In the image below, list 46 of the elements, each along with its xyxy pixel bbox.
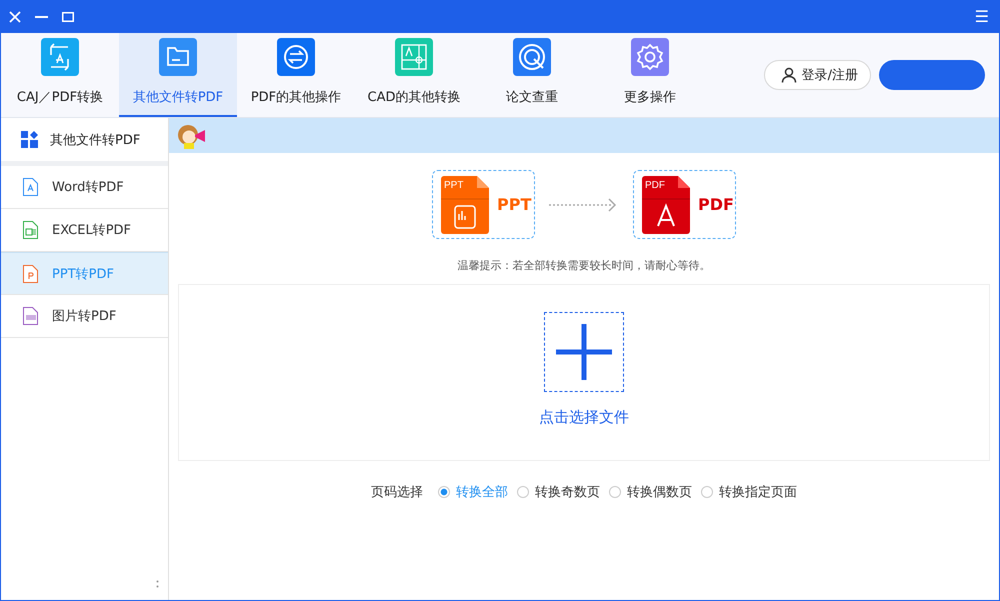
radio-button[interactable] (609, 486, 621, 498)
blurred-button[interactable] (879, 60, 985, 90)
sidebar-item[interactable]: 图片转PDF (1, 295, 168, 338)
badge-text: PDF (645, 180, 665, 192)
radio-option[interactable]: 转换偶数页 (609, 483, 692, 501)
toolbar-tab[interactable]: 其他文件转PDF (119, 33, 237, 117)
swap-arrows-icon (277, 38, 315, 76)
radio-button[interactable] (701, 486, 713, 498)
pdf-file-icon (642, 176, 690, 234)
folder-icon (159, 38, 197, 76)
format-label: PPT (497, 195, 532, 214)
gear-icon (631, 38, 669, 76)
resize-grip-icon[interactable] (156, 580, 159, 588)
radio-button[interactable] (438, 486, 450, 498)
login-button[interactable]: 登录/注册 (764, 60, 871, 90)
toolbar-tab[interactable]: CAJ／PDF转换 (1, 33, 119, 117)
radio-option[interactable]: 转换奇数页 (517, 483, 600, 501)
spreadsheet-file-icon (23, 221, 38, 239)
toolbar-tab[interactable]: CAD的其他转换 (355, 33, 473, 117)
pdf-file-icon (23, 178, 38, 196)
sidebar-item[interactable]: Word转PDF (1, 166, 168, 209)
plus-icon (556, 324, 612, 380)
choose-file-link[interactable]: 点击选择文件 (539, 408, 629, 427)
presentation-file-icon (441, 176, 489, 234)
menu-icon[interactable]: ☰ (974, 9, 989, 25)
radio-button[interactable] (517, 486, 529, 498)
dotted-arrow-icon (549, 198, 619, 212)
close-icon[interactable] (9, 11, 21, 23)
format-label: PDF (698, 195, 734, 214)
grid-icon (21, 131, 38, 148)
p-file-icon (23, 264, 38, 282)
toolbar-tab[interactable]: PDF的其他操作 (237, 33, 355, 117)
maximize-icon[interactable] (62, 12, 74, 22)
badge-text: PPT (444, 180, 464, 192)
magnifier-icon (513, 38, 551, 76)
radio-option[interactable]: 转换指定页面 (701, 483, 797, 501)
toolbar-tab[interactable]: 论文查重 (473, 33, 591, 117)
file-drop-area[interactable]: 点击选择文件 (178, 284, 990, 461)
image-file-icon (23, 307, 38, 325)
page-select-label: 页码选择 (371, 484, 423, 501)
arrows-document-icon (41, 38, 79, 76)
hint-text: 温馨提示：若全部转换需要较长时间，请耐心等待。 (458, 258, 710, 273)
toolbar-tab[interactable]: 更多操作 (591, 33, 709, 117)
add-file-button[interactable] (544, 312, 624, 392)
user-icon (780, 67, 797, 83)
blueprint-icon (395, 38, 433, 76)
